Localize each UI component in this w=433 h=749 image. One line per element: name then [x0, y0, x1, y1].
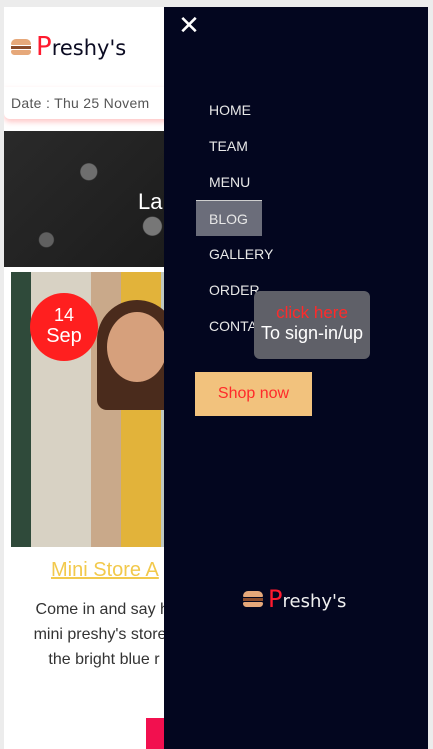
date-badge: 14 Sep [30, 293, 98, 361]
sign-in-tooltip[interactable]: click here To sign-in/up [254, 291, 370, 359]
nav-item-order[interactable]: ORDER [196, 272, 262, 308]
date-bar: Date : Thu 25 Novem [4, 87, 174, 119]
nav-logo-rest: reshy's [282, 591, 347, 612]
tooltip-sign-in: To sign-in/up [260, 323, 364, 343]
logo-initial: P [36, 32, 52, 62]
nav-item-contact[interactable]: CONTACT [196, 308, 276, 344]
nav-item-menu[interactable]: MENU [196, 164, 262, 200]
site-logo[interactable]: Preshy's [11, 32, 126, 62]
logo-rest: reshy's [51, 36, 127, 60]
close-icon[interactable]: ✕ [178, 13, 200, 39]
logo-text: Preshy's [36, 32, 126, 62]
nav-item-team[interactable]: TEAM [196, 128, 262, 164]
burger-icon [243, 591, 263, 607]
nav-menu: HOME TEAM MENU BLOG GALLERY ORDER CONTAC… [196, 92, 276, 344]
nav-item-home[interactable]: HOME [196, 92, 262, 128]
nav-logo[interactable]: Preshy's [243, 585, 346, 613]
badge-day: 14 [53, 305, 75, 325]
card-title-link[interactable]: Mini Store A [51, 559, 159, 582]
nav-item-gallery[interactable]: GALLERY [196, 236, 273, 272]
tooltip-click-here[interactable]: click here [254, 303, 370, 323]
nav-logo-initial: P [268, 585, 283, 613]
hero-text: La [138, 189, 163, 214]
badge-month: Sep [46, 325, 82, 347]
date-text: Date : Thu 25 Novem [11, 95, 150, 111]
shop-now-button[interactable]: Shop now [195, 372, 312, 416]
burger-icon [11, 39, 31, 55]
nav-logo-text: Preshy's [268, 585, 346, 613]
nav-item-blog[interactable]: BLOG [196, 200, 262, 236]
